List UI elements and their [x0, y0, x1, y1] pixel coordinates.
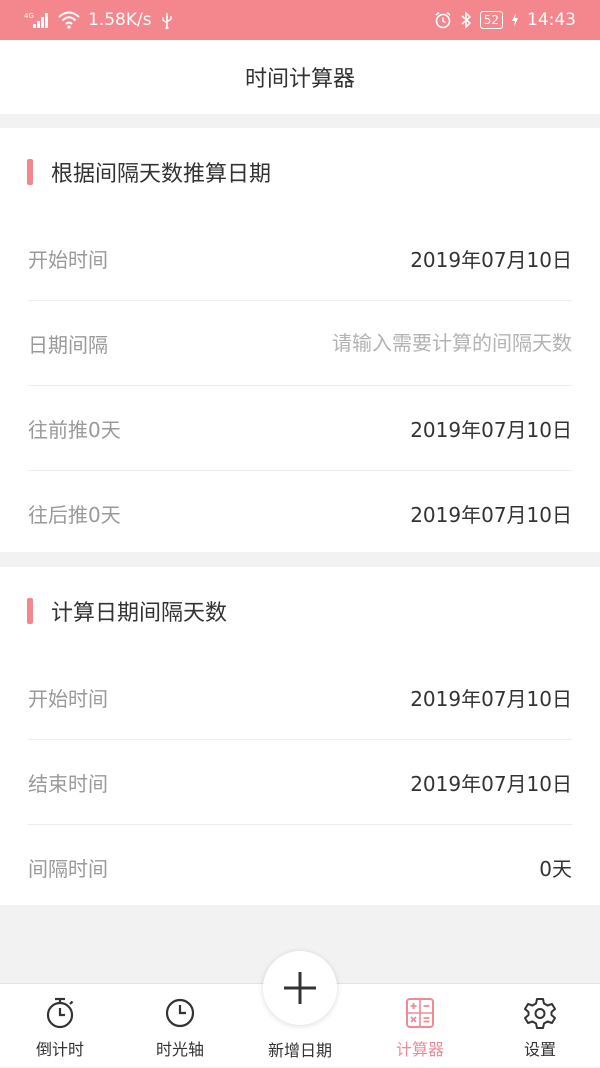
- diff-end-value[interactable]: 2019年07月10日: [410, 768, 572, 797]
- tab-timeline[interactable]: 时光轴: [120, 984, 240, 1068]
- diff-start-value[interactable]: 2019年07月10日: [410, 683, 572, 712]
- alarm-icon: [435, 11, 451, 29]
- diff-start-label: 开始时间: [28, 686, 108, 711]
- tab-calculator[interactable]: 计算器: [360, 984, 480, 1068]
- start-date-label: 开始时间: [28, 247, 108, 272]
- diff-result-label: 间隔时间: [28, 857, 108, 881]
- page-title: 时间计算器: [244, 67, 355, 92]
- calculator-icon: [406, 998, 434, 1028]
- status-left: 4G 1.58K/s: [24, 10, 174, 30]
- network-type-label: 4G: [24, 12, 34, 20]
- diff-result-row: 间隔时间 0天: [28, 825, 572, 910]
- tab-label: 倒计时: [35, 1040, 84, 1059]
- tab-label: 计算器: [395, 1040, 444, 1059]
- stopwatch-icon: [46, 997, 74, 1029]
- forward-date-value: 2019年07月10日: [410, 417, 572, 442]
- tab-settings[interactable]: 设置: [480, 984, 600, 1068]
- status-bar: 4G 1.58K/s 52 14:43: [0, 0, 600, 40]
- diff-result-value: 0天: [539, 857, 572, 881]
- tab-label: 时光轴: [155, 1040, 204, 1059]
- section-accent-bar: [27, 598, 33, 624]
- section-title: 根据间隔天数推算日期: [51, 162, 272, 187]
- tab-label: 新增日期: [267, 1041, 332, 1060]
- add-date-button[interactable]: [263, 951, 337, 1025]
- gear-icon: [524, 998, 556, 1029]
- diff-end-label: 结束时间: [28, 771, 108, 796]
- interval-days-row: 日期间隔: [28, 301, 572, 386]
- title-bar: 时间计算器: [0, 40, 600, 114]
- diff-start-row[interactable]: 开始时间 2019年07月10日: [28, 655, 572, 740]
- status-right: 52 14:43: [434, 10, 576, 30]
- backward-date-row: 往后推0天 2019年07月10日: [28, 471, 572, 556]
- forward-date-label: 往前推0天: [28, 417, 121, 442]
- start-date-value[interactable]: 2019年07月10日: [410, 244, 572, 273]
- tab-label: 设置: [523, 1040, 556, 1059]
- bluetooth-icon: [461, 11, 471, 29]
- section-header-interval: 根据间隔天数推算日期: [0, 128, 600, 216]
- interval-date-card: 根据间隔天数推算日期 开始时间 2019年07月10日 日期间隔 往前推0天 2…: [0, 128, 600, 552]
- status-time: 14:43: [527, 10, 576, 30]
- date-diff-card: 计算日期间隔天数 开始时间 2019年07月10日 结束时间 2019年07月1…: [0, 567, 600, 905]
- battery-icon: 52: [479, 11, 503, 29]
- diff-end-row[interactable]: 结束时间 2019年07月10日: [28, 740, 572, 825]
- interval-days-label: 日期间隔: [28, 332, 108, 357]
- cellular-signal-icon: 4G: [24, 12, 48, 28]
- backward-date-value: 2019年07月10日: [410, 503, 572, 527]
- backward-date-label: 往后推0天: [28, 503, 121, 527]
- plus-icon: [284, 972, 316, 1004]
- usb-icon: [161, 13, 172, 29]
- start-date-row[interactable]: 开始时间 2019年07月10日: [28, 216, 572, 301]
- section-header-diff: 计算日期间隔天数: [0, 567, 600, 655]
- battery-level: 52: [483, 13, 499, 27]
- wifi-icon: [58, 11, 80, 29]
- section-accent-bar: [27, 159, 33, 185]
- interval-days-input[interactable]: [252, 331, 572, 355]
- forward-date-row: 往前推0天 2019年07月10日: [28, 386, 572, 471]
- network-speed: 1.58K/s: [88, 10, 152, 30]
- section-title: 计算日期间隔天数: [51, 601, 228, 626]
- tab-countdown[interactable]: 倒计时: [0, 984, 120, 1068]
- clock-icon: [165, 998, 195, 1028]
- charging-icon: [512, 13, 518, 27]
